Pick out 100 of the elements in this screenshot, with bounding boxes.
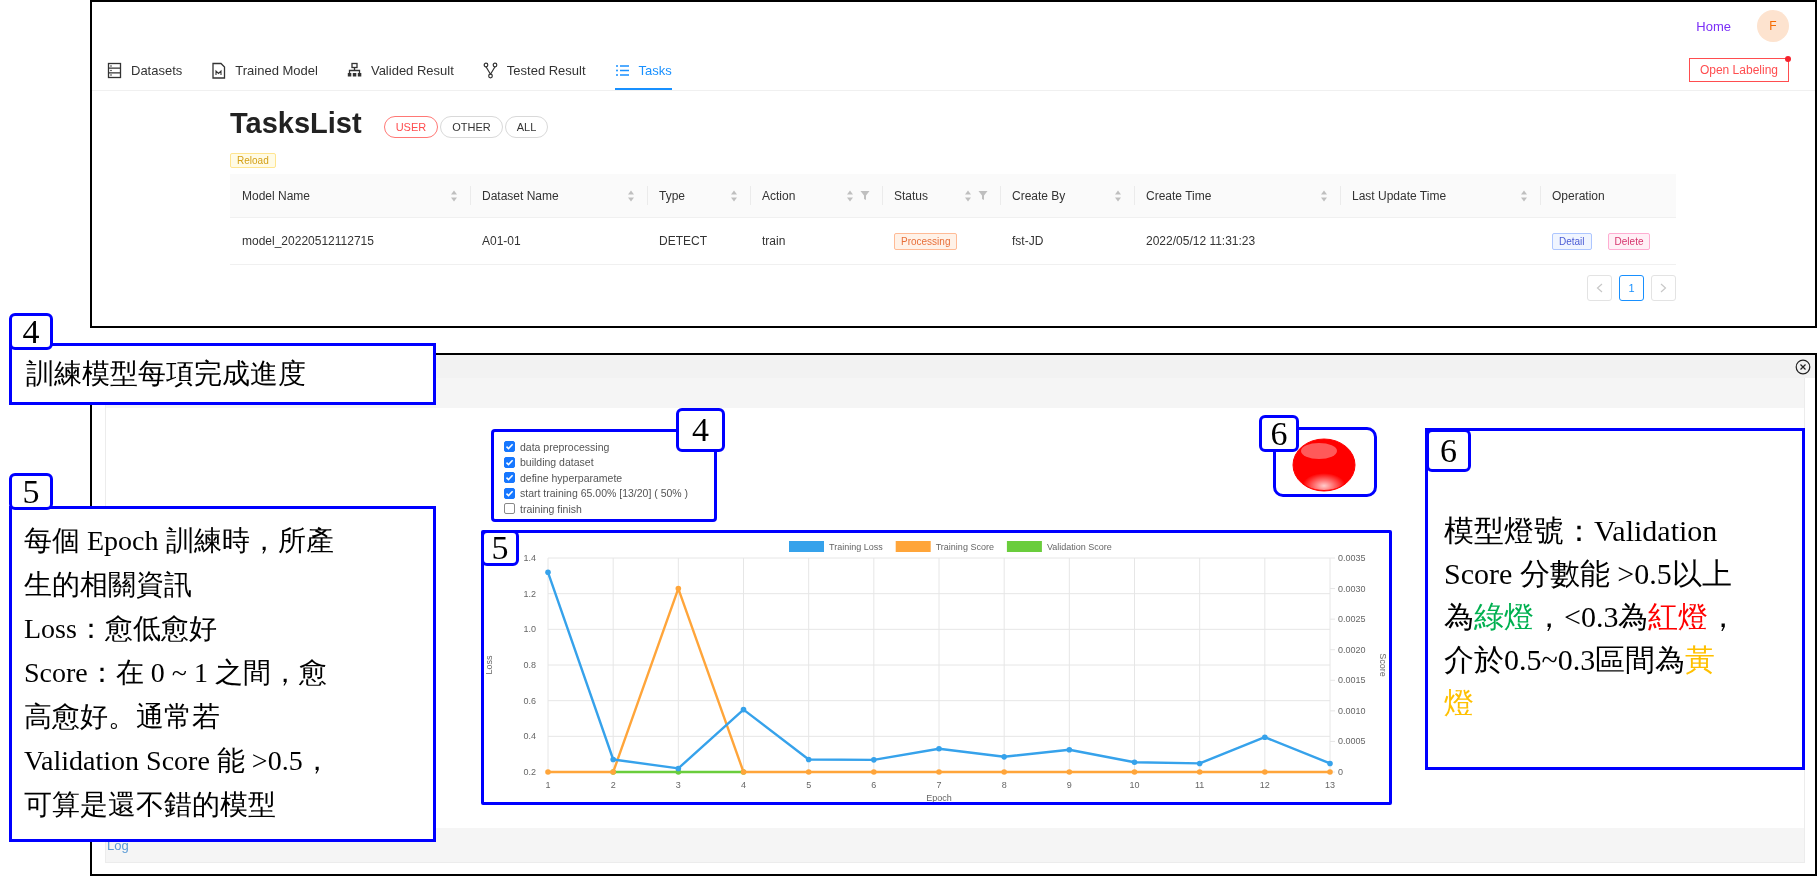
sort-icon[interactable]	[1320, 189, 1328, 202]
sort-icon[interactable]	[964, 189, 972, 202]
document-icon	[211, 62, 227, 79]
column-header: Dataset Name	[482, 188, 559, 203]
step-label: building dataset	[520, 456, 594, 469]
close-icon[interactable]	[1795, 358, 1811, 375]
tick-label: 2	[610, 780, 616, 790]
column-header: Model Name	[242, 188, 311, 203]
callout-number: 6	[1259, 415, 1299, 452]
data-point	[871, 769, 877, 775]
delete-button[interactable]: Delete	[1607, 232, 1651, 250]
checkbox[interactable]	[504, 503, 515, 515]
data-point	[1001, 769, 1007, 775]
page-button[interactable]: 1	[1619, 275, 1644, 301]
data-point	[675, 585, 682, 592]
nav-tab[interactable]: Datasets	[107, 62, 183, 90]
column-header: Create Time	[1146, 188, 1212, 203]
table-cell-text: model_20220512112715	[241, 234, 375, 248]
sort-icon[interactable]	[627, 189, 635, 202]
data-point	[545, 569, 551, 576]
server-icon	[107, 62, 122, 79]
chevron-left-icon	[1596, 283, 1603, 293]
data-point	[1131, 759, 1138, 765]
home-link[interactable]: Home	[1696, 18, 1731, 34]
hierarchy-icon	[346, 62, 362, 79]
column-header: Action	[762, 188, 796, 203]
callout-text: 訓練模型每項完成進度	[26, 357, 306, 391]
nav-tab[interactable]: Trained Model	[211, 62, 318, 90]
tick-label: 1.2	[523, 588, 536, 599]
checkbox[interactable]	[504, 472, 515, 484]
column-header: Last Update Time	[1352, 188, 1447, 203]
page-title: TasksList	[230, 106, 362, 140]
tick-label: 1.0	[523, 624, 536, 635]
tick-label: 6	[871, 780, 877, 790]
checkbox[interactable]	[504, 456, 515, 468]
callout-number: 4	[676, 408, 725, 452]
axis-title: Loss	[484, 655, 494, 675]
tick-label: 12	[1259, 780, 1270, 790]
callout-text: 每個 Epoch 訓練時，所產生的相關資訊	[24, 524, 335, 602]
step-label: start training 65.00% [13/20] ( 50% )	[520, 487, 689, 500]
open-labeling-button[interactable]: Open Labeling	[1688, 58, 1789, 82]
data-point	[545, 769, 551, 775]
sort-icon[interactable]	[730, 189, 738, 202]
tick-label: 8	[1001, 780, 1007, 790]
step-label: data preprocessing	[520, 440, 610, 453]
callout-text: Score：在 0 ~ 1 之間，愈高愈好。通常若 Validation Score 能 >0.5，可算是還不錯的模型	[24, 656, 332, 822]
data-point	[1262, 769, 1268, 775]
data-point	[936, 746, 942, 752]
tick-label: 11	[1195, 780, 1205, 790]
table-cell-text: A01-01	[481, 234, 522, 248]
data-point	[805, 769, 812, 775]
data-point	[936, 769, 942, 775]
tick-label: 0.0020	[1338, 644, 1366, 655]
data-point	[1131, 769, 1138, 775]
step-label: define hyperparamete	[520, 471, 623, 484]
column-header: Status	[894, 188, 929, 203]
tick-label: 9	[1066, 780, 1072, 790]
axis-title: Score	[1378, 653, 1388, 677]
detail-button[interactable]: Detail	[1552, 232, 1592, 250]
tick-label: 5	[806, 780, 812, 790]
tick-label: 10	[1129, 780, 1140, 790]
nav-tab[interactable]: Tasks	[614, 62, 672, 90]
checkbox[interactable]	[504, 441, 515, 453]
filter-icon[interactable]	[978, 190, 988, 201]
table-cell-text: fst-JD	[1011, 234, 1045, 248]
tick-label: 0.8	[523, 660, 536, 670]
data-point	[871, 757, 877, 763]
legend-label: Validation Score	[1046, 542, 1112, 552]
filter-pill[interactable]: OTHER	[440, 116, 503, 138]
filter-icon[interactable]	[860, 190, 870, 201]
filter-pill[interactable]: USER	[383, 116, 439, 138]
log-tab[interactable]: Log	[107, 837, 129, 853]
tick-label: 0.0005	[1338, 736, 1366, 747]
tick-label: 0.4	[523, 731, 536, 742]
tick-label: 0.0035	[1338, 553, 1366, 563]
data-point	[1196, 760, 1203, 767]
sort-icon[interactable]	[1520, 189, 1528, 202]
data-point	[1262, 734, 1268, 741]
callout-number: 5	[9, 473, 53, 510]
tick-label: 1	[545, 780, 551, 790]
tick-label: 0.6	[523, 695, 536, 706]
table-cell-text: 2022/05/12 11:31:23	[1145, 234, 1257, 248]
checkbox[interactable]	[504, 487, 515, 499]
chevron-right-icon	[1660, 283, 1667, 293]
callout-number: 4	[9, 313, 53, 350]
sort-icon[interactable]	[846, 189, 854, 202]
callout-text: 模型燈號：Validation Score 分數能 >0.5以上為綠燈，<0.3為紅燈，介於0.5~0.3區間為黃燈	[1444, 513, 1740, 721]
tick-label: 1.4	[523, 553, 536, 563]
filter-pill[interactable]: ALL	[504, 116, 549, 138]
data-point	[1327, 769, 1333, 775]
nav-tab[interactable]: Valided Result	[346, 62, 454, 90]
legend-label: Training Loss	[829, 542, 883, 552]
sort-icon[interactable]	[450, 189, 458, 202]
data-point	[740, 706, 747, 713]
nav-tab[interactable]: Tested Result	[482, 62, 586, 90]
tick-label: 4	[741, 780, 746, 790]
data-point	[1196, 769, 1203, 775]
tick-label: 0.0015	[1338, 675, 1366, 686]
sort-icon[interactable]	[1114, 189, 1122, 202]
table-cell-text: DETECT	[658, 234, 708, 248]
